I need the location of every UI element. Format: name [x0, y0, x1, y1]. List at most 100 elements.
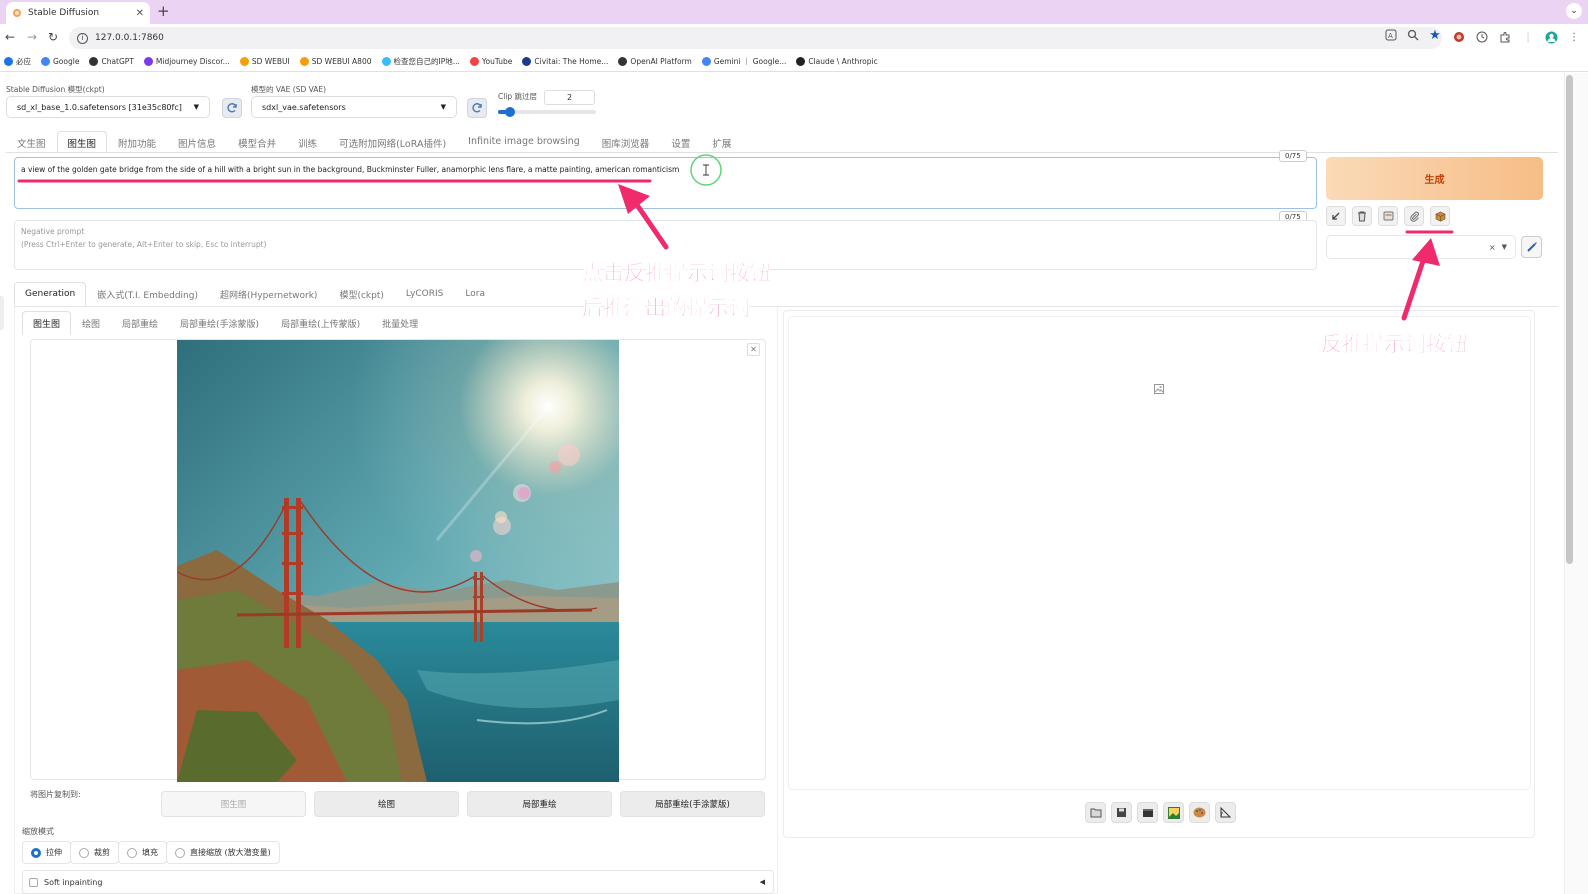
save-button[interactable]: [1111, 802, 1132, 823]
interrogate-clip-button[interactable]: [1404, 206, 1424, 226]
open-folder-button[interactable]: [1085, 802, 1106, 823]
prompt-textarea[interactable]: a view of the golden gate bridge from th…: [14, 157, 1317, 209]
slider-handle[interactable]: [504, 107, 515, 117]
bookmark-item[interactable]: SD WEBUI: [239, 57, 290, 66]
main-tab-6[interactable]: 可选附加网络(LoRA插件): [328, 131, 457, 153]
resize-mode-label: 缩放模式: [22, 827, 54, 836]
main-tab-0[interactable]: 文生图: [6, 131, 57, 153]
bookmark-star-icon[interactable]: ★: [1428, 28, 1442, 43]
resize-mode-option[interactable]: 填充: [118, 841, 167, 864]
picture-icon: [1167, 806, 1180, 819]
main-tab-9[interactable]: 设置: [660, 131, 701, 153]
accordion-toggle-icon[interactable]: ◀: [760, 878, 765, 886]
forward-arrow-icon[interactable]: →: [25, 30, 39, 44]
browser-menu-icon[interactable]: ⋮: [1567, 30, 1581, 44]
styles-clear-icon[interactable]: ×: [1489, 243, 1496, 252]
main-tab-10[interactable]: 扩展: [701, 131, 742, 153]
extra-tab-5[interactable]: Lora: [454, 282, 496, 306]
zip-button[interactable]: [1137, 802, 1158, 823]
read-params-button[interactable]: [1326, 206, 1346, 226]
extra-tab-2[interactable]: 超网络(Hypernetwork): [209, 281, 328, 308]
apply-styles-button[interactable]: [1378, 206, 1398, 226]
main-tab-3[interactable]: 图片信息: [167, 131, 227, 153]
main-tab-2[interactable]: 附加功能: [107, 131, 167, 153]
clip-skip-input[interactable]: 2: [544, 90, 595, 105]
img2img-tab-5[interactable]: 批量处理: [371, 311, 429, 335]
extension-record-icon[interactable]: [1452, 30, 1466, 44]
img2img-tab-4[interactable]: 局部重绘(上传蒙版): [270, 311, 371, 335]
copy-to-inpaint-button[interactable]: 局部重绘: [467, 791, 612, 817]
translate-icon[interactable]: A: [1384, 28, 1398, 42]
extra-tab-3[interactable]: 模型(ckpt): [328, 281, 394, 308]
radio-button-icon[interactable]: [79, 847, 89, 858]
reload-icon[interactable]: ↻: [46, 30, 60, 44]
copy-to-inpaint-sketch-button[interactable]: 局部重绘(手涂蒙版): [620, 791, 765, 817]
back-arrow-icon[interactable]: ←: [3, 30, 17, 44]
tab-search-chevron-icon[interactable]: ⌄: [1566, 3, 1582, 19]
archive-box-icon: [1142, 808, 1153, 817]
img2img-tab-0[interactable]: 图生图: [22, 311, 72, 335]
radio-button-icon[interactable]: [127, 847, 137, 858]
new-tab-button[interactable]: +: [157, 3, 170, 19]
scrollbar-thumb[interactable]: [1566, 75, 1573, 564]
address-bar[interactable]: i 127.0.0.1:7860: [69, 27, 1442, 49]
copy-to-label: 将图片复制到:: [30, 790, 81, 799]
img2img-tab-1[interactable]: 绘图: [71, 311, 111, 335]
img2img-tab-3[interactable]: 局部重绘(手涂蒙版): [169, 311, 270, 335]
img2img-tab-2[interactable]: 局部重绘: [111, 311, 169, 335]
send-to-inpaint-button[interactable]: [1189, 802, 1210, 823]
extensions-puzzle-icon[interactable]: [1498, 30, 1512, 44]
site-info-icon[interactable]: i: [77, 32, 88, 44]
bookmark-item[interactable]: Civitai: The Home...: [522, 57, 608, 66]
bookmark-label: SD WEBUI A800: [311, 57, 372, 66]
bookmark-item[interactable]: SD WEBUI A800: [299, 57, 372, 66]
image-upload-area[interactable]: [30, 339, 766, 782]
main-tab-5[interactable]: 训练: [287, 131, 328, 153]
radio-button-icon[interactable]: [175, 847, 185, 858]
send-to-extras-button[interactable]: [1215, 802, 1236, 823]
resize-mode-option[interactable]: 直接缩放 (放大潜变量): [166, 841, 280, 864]
main-tab-4[interactable]: 模型合并: [227, 131, 287, 153]
interrogate-deepbooru-button[interactable]: [1430, 206, 1450, 226]
soft-inpainting-accordion[interactable]: Soft inpainting ◀: [22, 870, 774, 894]
extra-tab-0[interactable]: Generation: [14, 282, 87, 306]
clip-skip-slider[interactable]: [498, 107, 596, 117]
main-tab-7[interactable]: Infinite image browsing: [457, 131, 591, 153]
profile-avatar-icon[interactable]: [1544, 30, 1558, 44]
styles-dropdown[interactable]: × ▼: [1326, 235, 1516, 259]
bookmark-item[interactable]: OpenAI Platform: [618, 57, 692, 66]
copy-to-sketch-button[interactable]: 绘图: [314, 791, 459, 817]
resize-mode-option[interactable]: 裁剪: [70, 841, 119, 864]
radio-button-icon[interactable]: [31, 847, 41, 858]
clear-prompt-button[interactable]: [1352, 206, 1372, 226]
bookmark-item[interactable]: Claude \ Anthropic: [796, 57, 878, 66]
address-bar-icons: A ★: [1384, 28, 1442, 43]
extra-tab-4[interactable]: LyCORIS: [395, 282, 455, 306]
edit-styles-button[interactable]: [1521, 236, 1542, 258]
browser-tab[interactable]: Stable Diffusion ✕: [6, 2, 150, 24]
ckpt-dropdown[interactable]: sd_xl_base_1.0.safetensors [31e35c80fc] …: [6, 96, 210, 118]
bookmark-item[interactable]: Gemini ｜ Google...: [701, 56, 786, 67]
refresh-ckpt-button[interactable]: [222, 98, 242, 118]
copy-to-img2img-button[interactable]: 图生图: [161, 791, 306, 817]
bookmark-item[interactable]: Midjourney Discor...: [143, 57, 230, 66]
history-clock-icon[interactable]: [1475, 30, 1489, 44]
soft-inpainting-checkbox[interactable]: [29, 877, 38, 887]
bookmark-item[interactable]: 检查您自己的IP地...: [381, 56, 460, 67]
bookmark-item[interactable]: Google: [41, 57, 79, 66]
main-tab-8[interactable]: 图库浏览器: [591, 131, 661, 153]
bookmark-item[interactable]: 必应: [4, 56, 31, 67]
clear-image-button[interactable]: ✕: [747, 343, 760, 356]
extra-tab-1[interactable]: 嵌入式(T.I. Embedding): [86, 281, 209, 308]
refresh-vae-button[interactable]: [467, 98, 487, 118]
resize-mode-option[interactable]: 拉伸: [22, 841, 71, 864]
side-panel-handle[interactable]: [0, 296, 4, 330]
generate-button[interactable]: 生成: [1326, 157, 1543, 200]
tab-close-icon[interactable]: ✕: [136, 8, 144, 19]
main-tab-1[interactable]: 图生图: [56, 131, 108, 153]
bookmark-item[interactable]: ChatGPT: [89, 57, 134, 66]
zoom-icon[interactable]: [1406, 28, 1420, 42]
bookmark-item[interactable]: YouTube: [469, 57, 512, 66]
vae-dropdown[interactable]: sdxl_vae.safetensors ▼: [251, 96, 457, 118]
send-to-img2img-button[interactable]: [1163, 802, 1184, 823]
